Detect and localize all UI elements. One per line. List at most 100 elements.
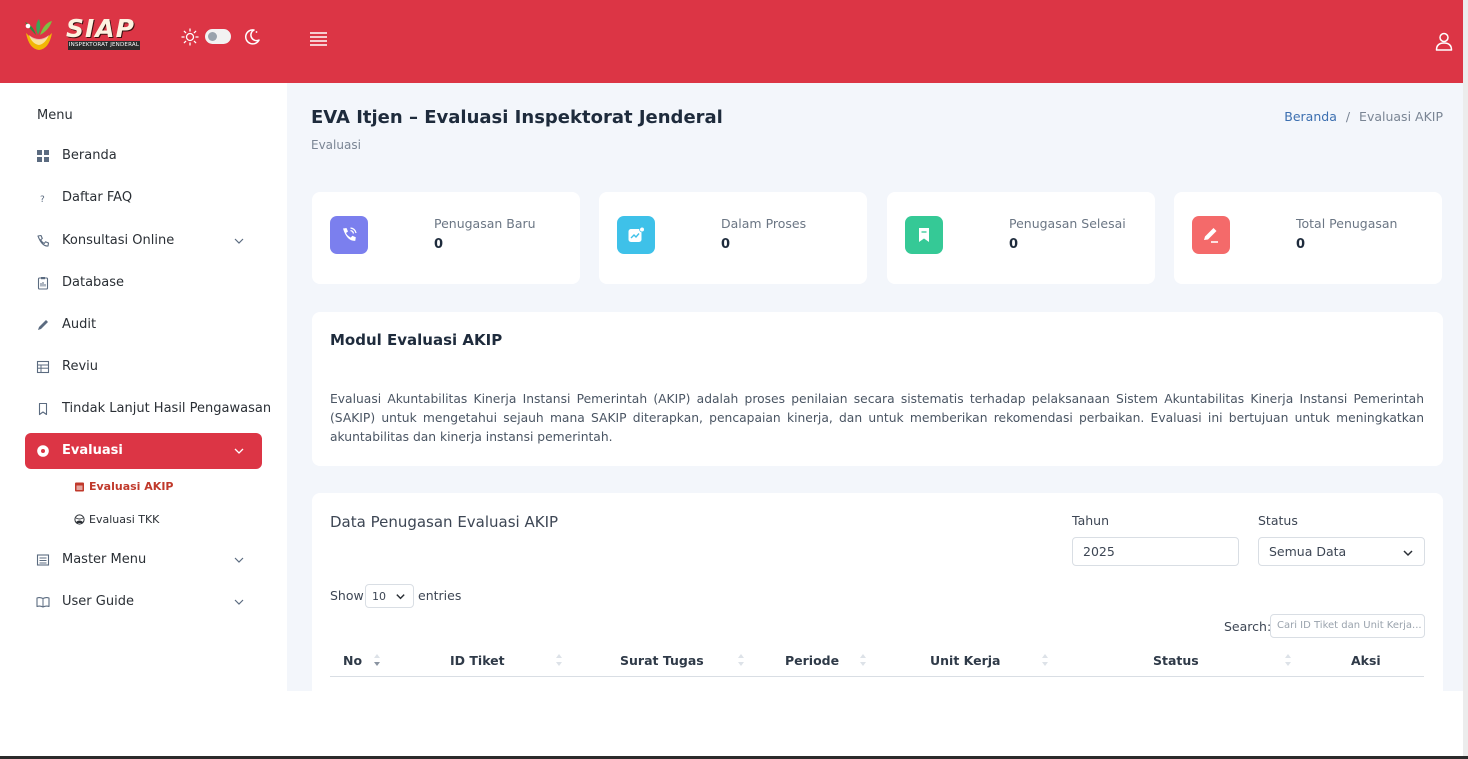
edit-icon	[1204, 228, 1218, 243]
theme-toggle[interactable]	[205, 29, 231, 44]
logo-text: SIAP	[66, 14, 135, 43]
search-label: Search:	[1224, 619, 1272, 634]
sidebar-item-faq[interactable]: ? Daftar FAQ	[25, 180, 262, 216]
column-header-aksi: Aksi	[1351, 653, 1381, 668]
page-subtitle: Evaluasi	[311, 138, 361, 152]
siap-logo[interactable]: SIAP INSPEKTORAT JENDERAL	[66, 16, 142, 52]
search-placeholder: Cari ID Tiket dan Unit Kerja...	[1277, 620, 1422, 631]
breadcrumb: Beranda / Evaluasi AKIP	[1284, 109, 1443, 124]
stat-card-penugasan-baru: Penugasan Baru 0	[312, 192, 580, 284]
sidebar-item-label: Evaluasi	[62, 443, 123, 458]
stat-value: 0	[721, 237, 731, 252]
book-icon	[36, 597, 50, 608]
chevron-down-icon	[234, 238, 244, 244]
moon-icon[interactable]	[243, 28, 261, 46]
column-header-id-tiket[interactable]: ID Tiket	[450, 653, 505, 668]
sidebar-item-audit[interactable]: Audit	[25, 307, 262, 343]
sort-icon[interactable]	[1041, 653, 1049, 667]
question-icon: ?	[40, 195, 45, 205]
sort-icon[interactable]	[1284, 653, 1292, 667]
sidebar-item-konsultasi[interactable]: Konsultasi Online	[25, 223, 262, 259]
sidebar-item-label: Tindak Lanjut Hasil Pengawasan	[62, 401, 272, 416]
status-filter-value: Semua Data	[1269, 544, 1347, 559]
page-title: EVA Itjen – Evaluasi Inspektorat Jendera…	[311, 107, 723, 128]
sidebar-item-master-menu[interactable]: Master Menu	[25, 542, 262, 578]
chevron-down-icon	[234, 557, 244, 563]
sidebar-item-tindak-lanjut[interactable]: Tindak Lanjut Hasil Pengawasan	[25, 391, 271, 427]
gear-icon	[37, 445, 49, 457]
sidebar: Menu Beranda ? Daftar FAQ Konsultasi Onl…	[0, 83, 287, 691]
sidebar-item-label: Daftar FAQ	[62, 190, 133, 205]
clipboard-icon	[37, 277, 49, 290]
globe-icon	[74, 514, 85, 525]
sidebar-item-label: Reviu	[62, 359, 98, 374]
chevron-down-icon	[234, 448, 244, 454]
sidebar-subitem-label: Evaluasi TKK	[89, 513, 160, 526]
siap-logo-icon	[25, 19, 52, 50]
sort-desc-icon[interactable]	[373, 653, 381, 667]
bookmark-icon	[919, 228, 929, 242]
sidebar-item-label: Master Menu	[62, 552, 147, 567]
column-header-no[interactable]: No	[343, 653, 362, 668]
module-info-title: Modul Evaluasi AKIP	[330, 331, 503, 349]
user-profile-icon[interactable]	[1434, 31, 1454, 51]
sidebar-item-beranda[interactable]: Beranda	[25, 138, 262, 174]
breadcrumb-home-link[interactable]: Beranda	[1284, 109, 1337, 124]
sidebar-item-label: Database	[62, 275, 125, 290]
hamburger-menu-icon[interactable]	[309, 31, 328, 47]
page-length-select[interactable]: 10	[365, 584, 414, 608]
sidebar-item-database[interactable]: Database	[25, 265, 262, 301]
sidebar-title: Menu	[37, 108, 73, 123]
sort-icon[interactable]	[555, 653, 563, 667]
year-filter-label: Tahun	[1072, 513, 1109, 528]
table-icon	[36, 360, 50, 374]
stat-label: Penugasan Selesai	[1009, 216, 1126, 231]
entries-label: entries	[418, 588, 462, 603]
column-header-periode[interactable]: Periode	[785, 653, 839, 668]
breadcrumb-current: Evaluasi AKIP	[1359, 109, 1443, 124]
column-header-status[interactable]: Status	[1153, 653, 1199, 668]
year-filter-value: 2025	[1083, 544, 1115, 559]
sidebar-item-user-guide[interactable]: User Guide	[25, 584, 262, 620]
window-scrollbar[interactable]	[1463, 0, 1468, 759]
sun-icon[interactable]	[181, 28, 199, 46]
phone-call-icon	[343, 227, 357, 241]
module-info-card: Modul Evaluasi AKIP Evaluasi Akuntabilit…	[312, 312, 1443, 466]
stat-card-dalam-proses: Dalam Proses 0	[599, 192, 867, 284]
main-content: EVA Itjen – Evaluasi Inspektorat Jendera…	[287, 83, 1463, 691]
chart-image-icon	[628, 226, 645, 242]
stat-value: 0	[1296, 237, 1306, 252]
stat-value: 0	[1009, 237, 1019, 252]
stat-label: Penugasan Baru	[434, 216, 536, 231]
sidebar-item-reviu[interactable]: Reviu	[25, 349, 262, 385]
sidebar-item-evaluasi[interactable]: Evaluasi	[25, 433, 262, 469]
sort-icon[interactable]	[859, 653, 867, 667]
page-length-value: 10	[372, 590, 386, 603]
grid-icon	[37, 150, 49, 162]
stat-label: Dalam Proses	[721, 216, 807, 231]
show-label: Show	[330, 588, 364, 603]
column-header-surat-tugas[interactable]: Surat Tugas	[620, 653, 704, 668]
bookmark-icon	[38, 402, 48, 416]
table-card-title: Data Penugasan Evaluasi AKIP	[330, 513, 559, 531]
assignment-data-card: Data Penugasan Evaluasi AKIP Tahun 2025 …	[312, 493, 1443, 691]
sidebar-item-label: Beranda	[62, 148, 117, 163]
chevron-down-icon	[1403, 550, 1413, 557]
page-bottom-area	[0, 691, 1468, 759]
status-filter-select[interactable]: Semua Data	[1258, 537, 1425, 566]
stat-value: 0	[434, 237, 444, 252]
year-filter-input[interactable]: 2025	[1072, 537, 1239, 566]
search-input[interactable]: Cari ID Tiket dan Unit Kerja...	[1270, 614, 1425, 638]
stat-icon-box	[905, 216, 943, 254]
sidebar-subitem-label: Evaluasi AKIP	[89, 480, 174, 493]
svg-text:?: ?	[40, 195, 45, 205]
chevron-down-icon	[234, 599, 244, 605]
status-filter-label: Status	[1258, 513, 1298, 528]
stat-label: Total Penugasan	[1296, 216, 1398, 231]
sidebar-item-label: Konsultasi Online	[62, 233, 175, 248]
sort-icon[interactable]	[737, 653, 745, 667]
column-header-unit-kerja[interactable]: Unit Kerja	[930, 653, 1001, 668]
sidebar-item-label: User Guide	[62, 594, 134, 609]
stat-icon-box	[330, 216, 368, 254]
module-info-text: Evaluasi Akuntabilitas Kinerja Instansi …	[330, 392, 1424, 444]
